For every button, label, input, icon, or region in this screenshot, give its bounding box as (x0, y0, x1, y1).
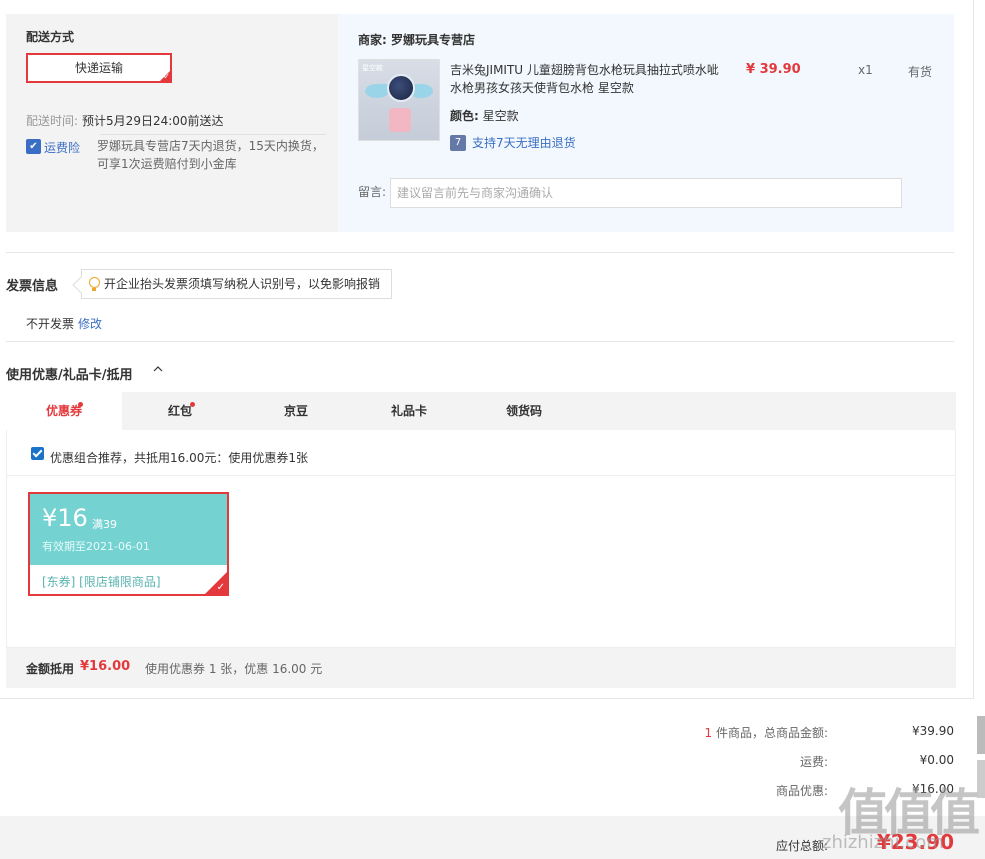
scrollbar-handle[interactable] (977, 716, 985, 754)
invoice-status: 不开发票 (26, 317, 75, 331)
coupon-section-title[interactable]: 使用优惠/礼品卡/抵用 (6, 364, 133, 383)
invoice-tip: 开企业抬头发票须填写纳税人识别号，以免影响报销 (72, 269, 392, 299)
product-stock: 有货 (908, 65, 933, 79)
tab-notification-dot (78, 402, 83, 407)
scrollbar-track[interactable] (977, 760, 985, 798)
coupon-card-header: ¥16 满39 有效期至2021-06-01 (30, 494, 227, 565)
return-policy-link[interactable]: 支持7天无理由退货 (472, 134, 576, 151)
coupon-card[interactable]: ¥16 满39 有效期至2021-06-01 [东券] [限店铺限商品] ✓ (28, 492, 229, 596)
message-input[interactable] (390, 178, 902, 208)
color-value: 星空款 (482, 109, 519, 123)
section-divider (6, 252, 954, 253)
coupon-tabs: 优惠券 红包 京豆 礼品卡 领货码 (6, 392, 956, 430)
coupon-condition: 满39 (92, 518, 117, 531)
product-quantity: x1 (858, 63, 873, 77)
merchant-name[interactable]: 罗娜玩具专营店 (391, 33, 475, 47)
combo-recommend-text: 优惠组合推荐，共抵用16.00元：使用优惠券1张 (50, 451, 308, 465)
coupon-tags: [东券] [限店铺限商品] (42, 575, 161, 589)
product-name[interactable]: 吉米兔JIMITU 儿童翅膀背包水枪玩具抽拉式喷水呲水枪男孩女孩天使背包水枪 星… (450, 61, 720, 97)
thumbnail-tag: 星空款 (362, 64, 383, 72)
content-border (973, 0, 974, 698)
freight-label: 运费: (799, 755, 828, 769)
base-shape (389, 108, 411, 132)
tab-red-packet[interactable]: 红包 (122, 392, 238, 430)
check-icon: ✓ (216, 582, 225, 593)
content-border (0, 698, 974, 699)
goods-total-label: 1 件商品，总商品金额: (704, 724, 828, 741)
check-icon: ✓ (163, 72, 170, 81)
tab-jd-beans[interactable]: 京豆 (238, 392, 354, 430)
watermark-site: zhizhizhi.com (822, 832, 944, 853)
tab-label: 红包 (167, 404, 192, 418)
tab-label: 京豆 (283, 404, 308, 418)
tip-arrow (72, 276, 90, 294)
goods-total-text: 件商品，总商品金额: (715, 726, 828, 740)
merchant-label: 商家: (358, 33, 387, 47)
product-color: 颜色: 星空款 (450, 107, 519, 124)
invoice-title: 发票信息 (6, 279, 59, 294)
delivery-divider (100, 134, 326, 135)
tab-redeem-code[interactable]: 领货码 (466, 392, 582, 430)
tab-notification-dot (190, 402, 195, 407)
tab-label: 领货码 (505, 404, 542, 418)
delivery-time: 配送时间: 预计5月29日24:00前送达 (26, 112, 224, 129)
wing-left-shape (365, 84, 389, 98)
merchant: 商家: 罗娜玩具专营店 (358, 31, 475, 48)
invoice-edit-link[interactable]: 修改 (78, 315, 102, 332)
shield-icon: ✔ (26, 139, 41, 154)
panel-divider (6, 475, 956, 476)
tab-label: 礼品卡 (390, 404, 427, 418)
freight-insurance-link[interactable]: 运费险 (44, 139, 80, 156)
express-delivery-option[interactable]: 快递运输 ✓ (26, 53, 172, 83)
express-delivery-label: 快递运输 (74, 61, 123, 75)
coupon-amount: ¥16 (42, 504, 88, 532)
invoice-tip-text: 开企业抬头发票须填写纳税人识别号，以免影响报销 (104, 277, 381, 291)
product-thumbnail[interactable]: 星空款 (358, 59, 440, 141)
ball-shape (387, 74, 415, 102)
return-policy-icon: 7 (450, 135, 466, 151)
deduction-label: 金额抵用 (26, 662, 75, 676)
delivery-section-label: 配送方式 (26, 30, 75, 44)
tab-coupon[interactable]: 优惠券 (6, 392, 122, 430)
color-label: 颜色: (450, 109, 479, 123)
discount-label: 商品优惠: (775, 784, 828, 798)
deduction-amount: ¥16.00 (80, 659, 131, 674)
tab-label: 优惠券 (45, 404, 82, 418)
delivery-time-value: 预计5月29日24:00前送达 (82, 114, 224, 128)
product-price: ¥ 39.90 (746, 62, 801, 77)
payable-label: 应付总额: (775, 839, 828, 853)
goods-total-value: ¥39.90 (912, 724, 954, 738)
deduction-description: 使用优惠券 1 张，优惠 16.00 元 (145, 662, 323, 676)
section-divider (6, 341, 954, 342)
chevron-up-icon[interactable] (153, 364, 163, 374)
delivery-time-label: 配送时间: (26, 114, 79, 128)
freight-insurance-text: 罗娜玩具专营店7天内退货，15天内换货，可享1次运费赔付到小金库 (97, 139, 324, 171)
goods-count: 1 (704, 726, 713, 740)
coupon-validity: 有效期至2021-06-01 (42, 540, 150, 553)
combo-recommend-checkbox[interactable] (31, 447, 44, 460)
freight-value: ¥0.00 (919, 753, 954, 767)
message-label: 留言: (358, 185, 387, 199)
lightbulb-icon (89, 277, 100, 291)
tab-gift-card[interactable]: 礼品卡 (351, 392, 467, 430)
